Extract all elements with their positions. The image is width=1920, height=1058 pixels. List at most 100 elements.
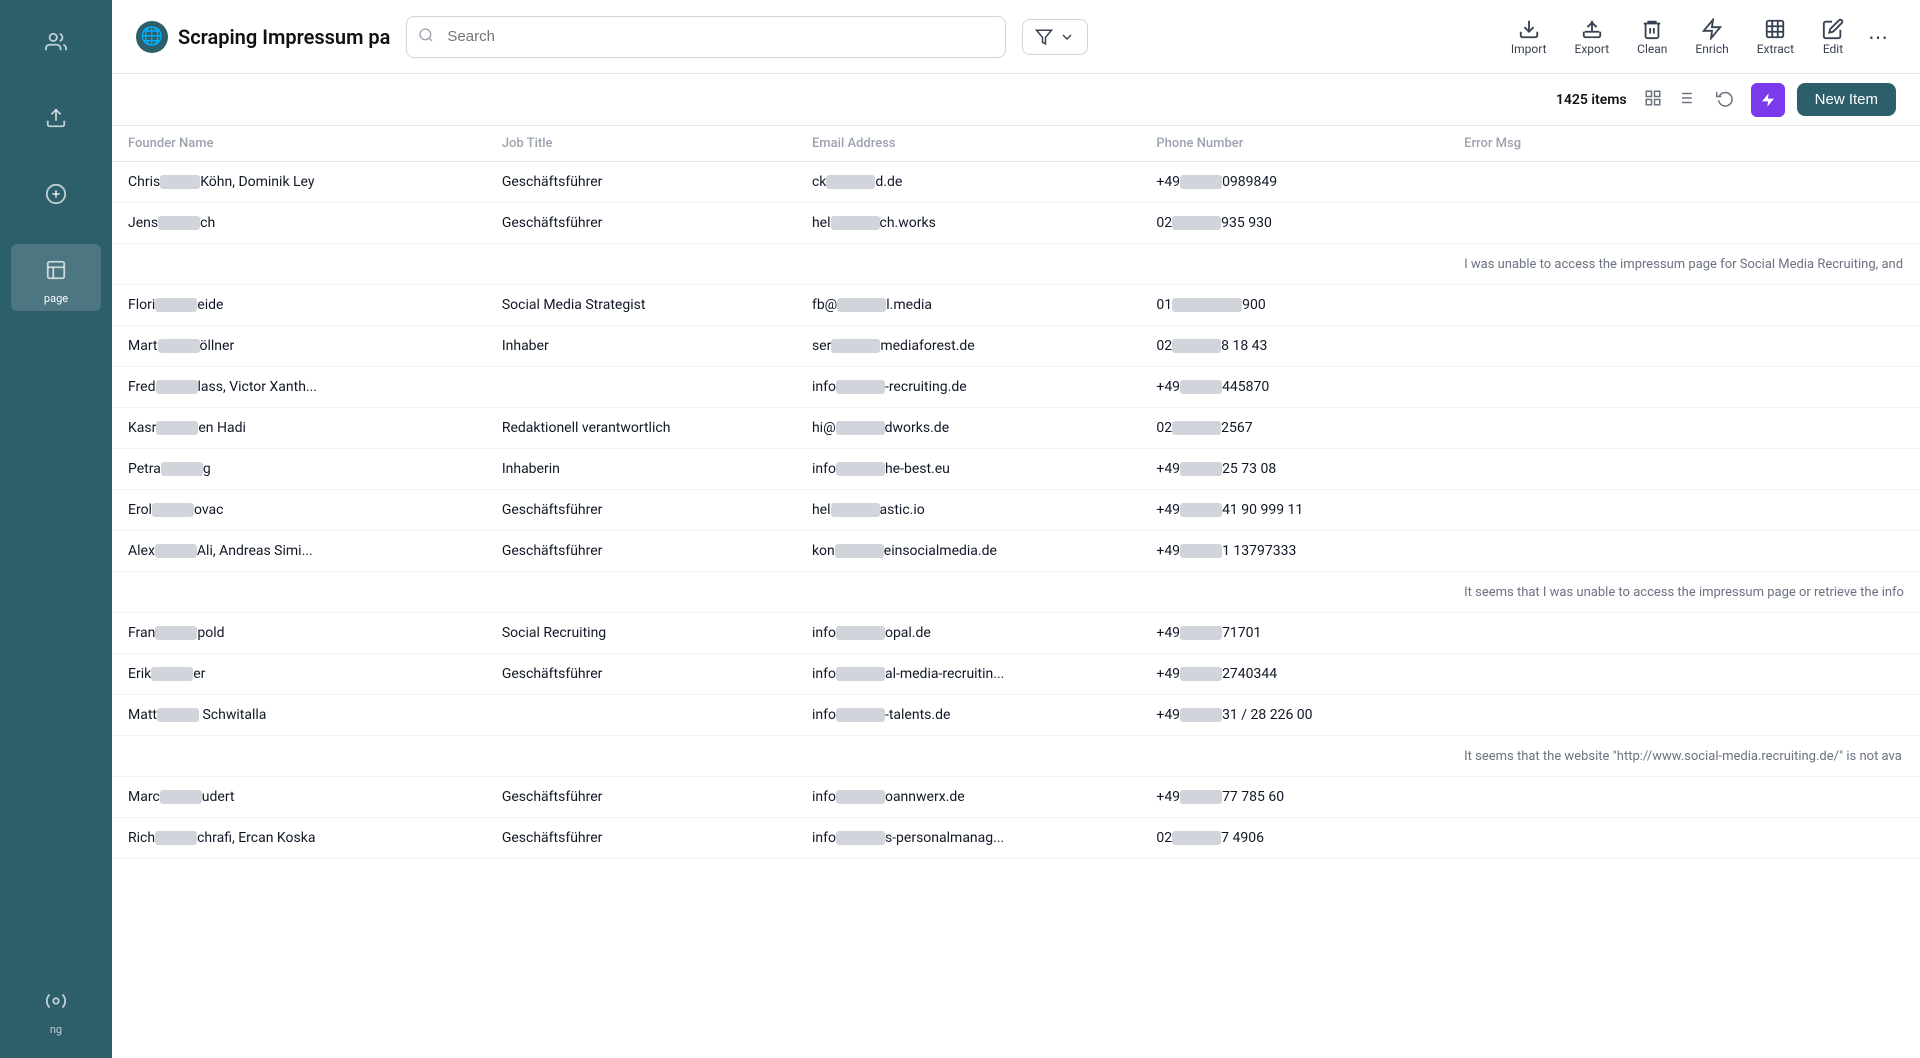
blurred-text bbox=[152, 503, 194, 517]
app-logo: 🌐 Scraping Impressum pa bbox=[136, 21, 390, 53]
data-table-container: Founder Name Job Title Email Address Pho… bbox=[112, 126, 1920, 1058]
blurred-text bbox=[156, 380, 198, 394]
sidebar-item-add[interactable] bbox=[11, 168, 101, 220]
founder-cell: Mart öllner bbox=[112, 326, 486, 367]
grid-view-button[interactable] bbox=[1639, 84, 1667, 116]
blurred-text bbox=[835, 544, 884, 558]
founder-cell: Erik er bbox=[112, 654, 486, 695]
founder-cell: Petra g bbox=[112, 449, 486, 490]
search-container bbox=[406, 16, 1006, 58]
error-cell bbox=[1448, 449, 1920, 490]
table-row: I was unable to access the impressum pag… bbox=[112, 244, 1920, 285]
blurred-text bbox=[1180, 175, 1222, 189]
blurred-text bbox=[156, 421, 198, 435]
error-cell bbox=[1448, 531, 1920, 572]
clean-button[interactable]: Clean bbox=[1625, 12, 1679, 62]
export-button[interactable]: Export bbox=[1563, 12, 1622, 62]
col-header-phone: Phone Number bbox=[1140, 126, 1448, 162]
blurred-text bbox=[836, 421, 885, 435]
page-icon bbox=[36, 250, 76, 290]
blurred-text bbox=[1172, 298, 1242, 312]
table-row: It seems that I was unable to access the… bbox=[112, 572, 1920, 613]
sidebar: page ng bbox=[0, 0, 112, 1058]
job-cell: Redaktionell verantwortlich bbox=[486, 408, 796, 449]
error-text: I was unable to access the impressum pag… bbox=[1464, 257, 1903, 272]
import-button[interactable]: Import bbox=[1499, 12, 1559, 62]
table-row: Erol ovac Geschäftsführer hel astic.io +… bbox=[112, 490, 1920, 531]
blurred-text bbox=[1180, 462, 1222, 476]
empty-cell bbox=[112, 736, 1448, 777]
job-cell bbox=[486, 367, 796, 408]
job-cell: Inhaber bbox=[486, 326, 796, 367]
founder-cell: Fred lass, Victor Xanth... bbox=[112, 367, 486, 408]
table-row: Erik er Geschäftsführer info al-media-re… bbox=[112, 654, 1920, 695]
blurred-text bbox=[1180, 544, 1222, 558]
history-button[interactable] bbox=[1711, 84, 1739, 116]
error-cell bbox=[1448, 777, 1920, 818]
phone-cell: +49 71701 bbox=[1140, 613, 1448, 654]
founder-cell: Jens ch bbox=[112, 203, 486, 244]
export-icon bbox=[1581, 18, 1603, 40]
email-cell: hel ch.works bbox=[796, 203, 1140, 244]
email-cell: info s-personalmanag... bbox=[796, 818, 1140, 859]
sidebar-item-ng-label: ng bbox=[50, 1023, 62, 1036]
table-row: Mart öllner Inhaber ser mediaforest.de 0… bbox=[112, 326, 1920, 367]
job-cell: Geschäftsführer bbox=[486, 203, 796, 244]
founder-cell: Chris Köhn, Dominik Ley bbox=[112, 162, 486, 203]
blurred-text bbox=[151, 667, 193, 681]
blurred-text bbox=[158, 339, 200, 353]
blurred-text bbox=[155, 626, 197, 640]
founder-cell: Marc udert bbox=[112, 777, 486, 818]
filter-button[interactable] bbox=[1022, 19, 1088, 55]
error-cell bbox=[1448, 162, 1920, 203]
blurred-text bbox=[836, 626, 885, 640]
email-cell: info -recruiting.de bbox=[796, 367, 1140, 408]
sidebar-item-ng[interactable]: ng bbox=[11, 975, 101, 1042]
ai-button[interactable] bbox=[1751, 83, 1785, 117]
filter-icon bbox=[1035, 28, 1053, 46]
blurred-text bbox=[157, 708, 199, 722]
blurred-text bbox=[161, 462, 203, 476]
col-header-job: Job Title bbox=[486, 126, 796, 162]
phone-cell: 01 900 bbox=[1140, 285, 1448, 326]
col-header-email: Email Address bbox=[796, 126, 1140, 162]
sidebar-item-people[interactable] bbox=[11, 16, 101, 68]
phone-cell: +49 41 90 999 11 bbox=[1140, 490, 1448, 531]
table-row: Kasr en Hadi Redaktionell verantwortlich… bbox=[112, 408, 1920, 449]
edit-icon bbox=[1822, 18, 1844, 40]
table-row: Rich chrafi, Ercan Koska Geschäftsführer… bbox=[112, 818, 1920, 859]
search-input[interactable] bbox=[406, 16, 1006, 58]
blurred-text bbox=[1172, 421, 1221, 435]
edit-button[interactable]: Edit bbox=[1810, 12, 1856, 62]
sidebar-item-upload[interactable] bbox=[11, 92, 101, 144]
job-cell: Social Recruiting bbox=[486, 613, 796, 654]
job-cell bbox=[486, 695, 796, 736]
extract-button[interactable]: Extract bbox=[1745, 12, 1806, 62]
enrich-button[interactable]: Enrich bbox=[1683, 12, 1740, 62]
sidebar-item-page[interactable]: page bbox=[11, 244, 101, 311]
blurred-text bbox=[155, 298, 197, 312]
blurred-text bbox=[155, 544, 197, 558]
view-icons bbox=[1639, 84, 1699, 116]
grid-icon bbox=[1644, 89, 1662, 107]
list-view-button[interactable] bbox=[1671, 84, 1699, 116]
blurred-text bbox=[836, 667, 885, 681]
job-cell: Inhaberin bbox=[486, 449, 796, 490]
job-cell: Geschäftsführer bbox=[486, 777, 796, 818]
job-cell: Social Media Strategist bbox=[486, 285, 796, 326]
upload-icon bbox=[36, 98, 76, 138]
enrich-label: Enrich bbox=[1695, 42, 1728, 56]
blurred-text bbox=[836, 708, 885, 722]
new-item-button[interactable]: New Item bbox=[1797, 83, 1896, 116]
clean-label: Clean bbox=[1637, 42, 1667, 56]
error-cell bbox=[1448, 613, 1920, 654]
email-cell: fb@ l.media bbox=[796, 285, 1140, 326]
blurred-text bbox=[831, 503, 880, 517]
more-button[interactable]: ⋯ bbox=[1860, 19, 1896, 55]
table-row: Fran pold Social Recruiting info opal.de… bbox=[112, 613, 1920, 654]
email-cell: info -talents.de bbox=[796, 695, 1140, 736]
list-icon bbox=[1676, 89, 1694, 107]
enrich-icon bbox=[1701, 18, 1723, 40]
page-title: Scraping Impressum pa bbox=[178, 25, 390, 49]
blurred-text bbox=[836, 790, 885, 804]
